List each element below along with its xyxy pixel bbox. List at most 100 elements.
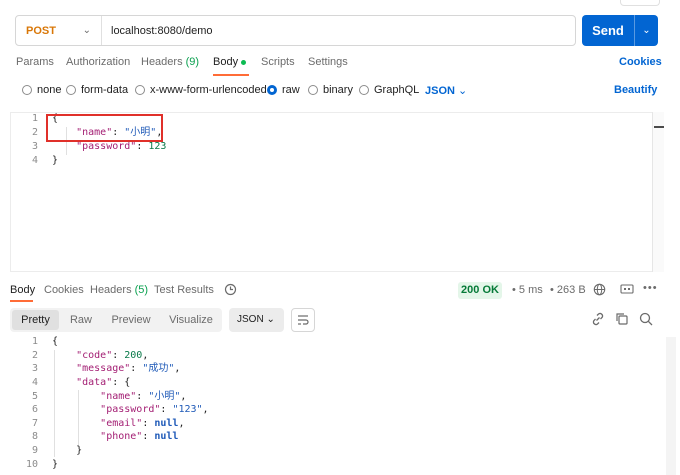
code-line: "data": { (76, 377, 131, 388)
view-visualize[interactable]: Visualize (162, 310, 220, 330)
tab-params[interactable]: Params (16, 56, 54, 68)
highlight-box (46, 114, 163, 142)
json-null: null (154, 418, 179, 429)
code-line: "name": "小明", (100, 391, 187, 402)
view-preview[interactable]: Preview (104, 310, 158, 330)
view-raw[interactable]: Raw (62, 310, 100, 330)
response-active-tab-indicator (10, 300, 33, 302)
tab-headers-label: Headers (141, 56, 183, 68)
radio-none-label: none (37, 84, 62, 96)
status-badge[interactable]: 200 OK (458, 282, 502, 299)
response-tab-cookies[interactable]: Cookies (44, 284, 84, 296)
url-input[interactable]: localhost:8080/demo (102, 25, 213, 37)
radio-binary[interactable]: binary (308, 84, 353, 96)
headers-count: (9) (185, 56, 200, 68)
response-size: • 263 B (550, 284, 586, 296)
response-tab-headers[interactable]: Headers (5) (90, 284, 148, 296)
scroll-marker (654, 126, 664, 128)
radio-raw[interactable]: raw (267, 84, 300, 96)
response-size-value: 263 B (556, 284, 586, 296)
code-line: "phone": null (100, 431, 179, 442)
history-icon[interactable] (224, 283, 237, 299)
radio-form-data-label: form-data (81, 84, 129, 96)
editor-scrollbar[interactable] (652, 112, 664, 272)
more-options-icon[interactable]: ••• (643, 282, 658, 294)
json-null: null (154, 431, 179, 442)
link-icon[interactable] (590, 311, 606, 327)
tab-headers[interactable]: Headers (9) (141, 56, 199, 68)
radio-none[interactable]: none (22, 84, 61, 96)
radio-circle (22, 85, 32, 95)
brace-close: } (52, 155, 59, 166)
code-line: "email": null, (100, 418, 185, 429)
line-number: 3 (31, 363, 38, 374)
response-time: • 5 ms (512, 284, 543, 296)
line-number: 1 (31, 113, 38, 124)
globe-icon[interactable] (593, 283, 606, 299)
code-line: "password": 123 (76, 141, 167, 152)
body-format-select[interactable]: JSON ⌄ (425, 84, 467, 97)
json-key: "name" (100, 391, 137, 402)
body-format-label: JSON (425, 85, 455, 97)
json-key: "code" (76, 350, 113, 361)
radio-circle-selected (267, 85, 277, 95)
radio-graphql[interactable]: GraphQL (359, 84, 419, 96)
method-select[interactable]: POST ⌄ (16, 16, 102, 45)
tab-authorization[interactable]: Authorization (66, 56, 130, 68)
response-headers-count: (5) (134, 284, 149, 296)
json-key: "data" (76, 377, 113, 388)
radio-binary-label: binary (323, 84, 353, 96)
response-format-select[interactable]: JSON ⌄ (229, 308, 284, 332)
line-number: 7 (31, 418, 38, 429)
search-icon[interactable] (638, 311, 654, 327)
window-top-strip (0, 0, 680, 8)
line-number: 4 (31, 377, 38, 388)
line-number: 2 (31, 127, 38, 138)
response-tab-body[interactable]: Body (10, 284, 35, 296)
body-indicator-dot (241, 59, 247, 65)
chevron-down-icon[interactable]: ⌄ (635, 25, 658, 36)
radio-form-data[interactable]: form-data (66, 84, 128, 96)
response-format-label: JSON (237, 314, 264, 325)
send-button[interactable]: Send ⌄ (582, 15, 658, 46)
json-key: "phone" (100, 431, 143, 442)
chevron-down-icon: ⌄ (266, 314, 275, 325)
line-number: 8 (31, 431, 38, 442)
tab-scripts[interactable]: Scripts (261, 56, 295, 68)
copy-icon[interactable] (614, 311, 630, 327)
window-control[interactable] (620, 0, 660, 6)
code-line: { (52, 336, 59, 347)
view-mode-segmented: Pretty Raw Preview Visualize (10, 308, 222, 332)
beautify-link[interactable]: Beautify (614, 84, 657, 96)
json-key: "password" (100, 404, 161, 415)
line-number: 4 (31, 155, 38, 166)
tab-settings[interactable]: Settings (308, 56, 348, 68)
wrap-lines-icon[interactable] (291, 308, 315, 332)
radio-circle (308, 85, 318, 95)
request-tabs: Params Authorization Headers (9) Body Sc… (16, 56, 666, 72)
json-key: "message" (76, 363, 131, 374)
chevron-down-icon: ⌄ (458, 85, 468, 97)
line-number: 9 (31, 445, 38, 456)
response-tab-test-results[interactable]: Test Results (154, 284, 214, 296)
radio-graphql-label: GraphQL (374, 84, 420, 96)
line-number: 5 (31, 391, 38, 402)
url-bar: POST ⌄ localhost:8080/demo (15, 15, 576, 46)
response-headers-label: Headers (90, 284, 132, 296)
line-number: 6 (31, 404, 38, 415)
radio-x-www-form-urlencoded[interactable]: x-www-form-urlencoded (135, 84, 267, 96)
json-key: "email" (100, 418, 143, 429)
body-type-selector: none form-data x-www-form-urlencoded raw… (22, 84, 662, 98)
view-pretty[interactable]: Pretty (12, 310, 59, 330)
radio-raw-label: raw (282, 84, 300, 96)
chevron-down-icon: ⌄ (82, 25, 91, 36)
response-scrollbar[interactable] (666, 337, 676, 475)
radio-circle (66, 85, 76, 95)
cookies-link[interactable]: Cookies (619, 56, 662, 68)
code-line: "code": 200, (76, 350, 149, 361)
code-line: } (52, 154, 58, 168)
json-number: 200 (124, 350, 143, 361)
save-response-icon[interactable] (620, 283, 634, 298)
code-line: } (52, 445, 83, 456)
tab-body[interactable]: Body (213, 56, 247, 68)
